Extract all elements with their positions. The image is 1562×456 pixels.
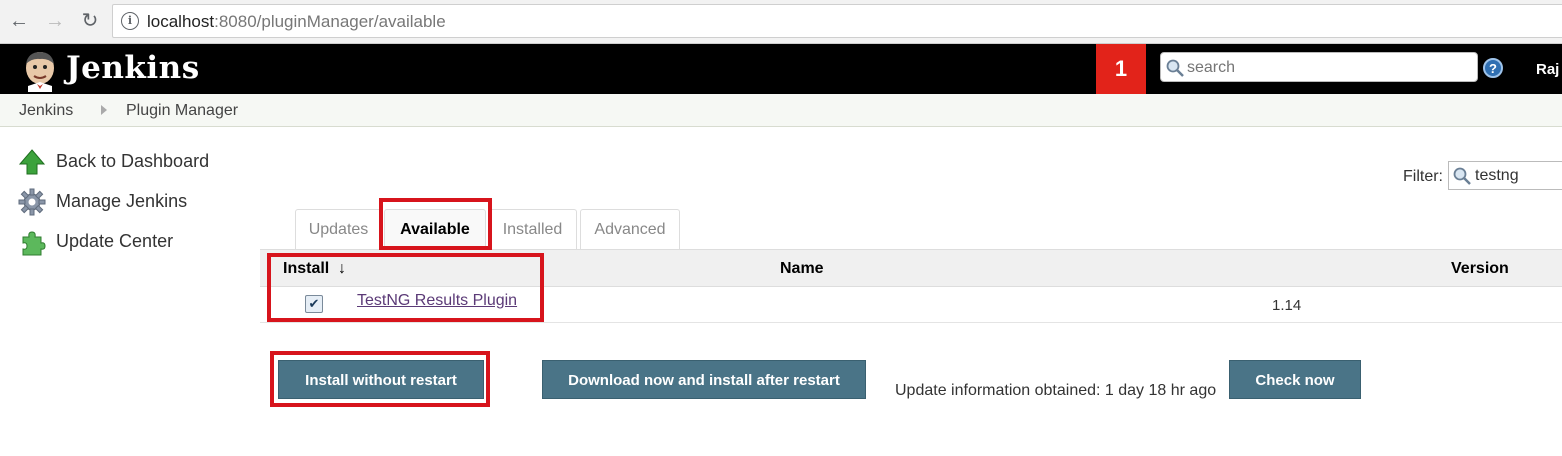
- download-install-after-restart-button[interactable]: Download now and install after restart: [542, 360, 866, 399]
- search-icon: [1453, 167, 1471, 185]
- plugin-version: 1.14: [1272, 297, 1302, 314]
- browser-toolbar: ← → ↻ i localhost:8080/pluginManager/ava…: [0, 0, 1562, 44]
- plugin-name-link[interactable]: TestNG Results Plugin: [357, 292, 517, 310]
- help-icon[interactable]: ?: [1483, 58, 1503, 78]
- column-header-version[interactable]: Version: [1451, 260, 1509, 278]
- url-text: localhost:8080/pluginManager/available: [147, 12, 446, 32]
- breadcrumb-item-jenkins[interactable]: Jenkins: [19, 102, 73, 120]
- gear-icon: [18, 188, 46, 216]
- update-info-text: Update information obtained: 1 day 18 hr…: [895, 382, 1217, 399]
- back-arrow-icon[interactable]: ←: [6, 8, 32, 34]
- tab-available[interactable]: Available: [384, 209, 486, 249]
- url-path: :8080/pluginManager/available: [214, 12, 446, 31]
- reload-icon[interactable]: ↻: [77, 8, 103, 34]
- breadcrumb-item-plugin-manager[interactable]: Plugin Manager: [126, 102, 238, 120]
- url-host: localhost: [147, 12, 215, 31]
- address-bar[interactable]: i localhost:8080/pluginManager/available: [112, 4, 1562, 38]
- search-input[interactable]: [1187, 58, 1467, 78]
- user-name[interactable]: Raj: [1536, 61, 1559, 78]
- filter-input[interactable]: [1475, 167, 1562, 185]
- filter-label: Filter:: [1403, 168, 1443, 185]
- column-header-install[interactable]: Install: [283, 260, 329, 278]
- sidebar-item-label: Back to Dashboard: [56, 151, 210, 171]
- search-box[interactable]: [1160, 52, 1478, 82]
- check-now-button[interactable]: Check now: [1229, 360, 1361, 399]
- search-icon: [1166, 59, 1184, 77]
- tab-updates[interactable]: Updates: [295, 209, 382, 249]
- tab-advanced[interactable]: Advanced: [580, 209, 680, 249]
- breadcrumb-separator-icon: [101, 105, 107, 115]
- sidebar-item-label: Update Center: [56, 231, 174, 251]
- plugin-table-header: Install ↓ Name Version: [260, 249, 1562, 287]
- filter-box[interactable]: [1448, 161, 1562, 190]
- sidebar-item-label: Manage Jenkins: [56, 191, 188, 211]
- puzzle-icon: [22, 231, 46, 256]
- sort-arrow-icon: ↓: [338, 260, 346, 277]
- install-without-restart-button[interactable]: Install without restart: [278, 360, 484, 399]
- jenkins-header: Jenkins 1 ? Raj: [0, 44, 1562, 94]
- column-header-name[interactable]: Name: [780, 260, 824, 278]
- install-checkbox[interactable]: ✔: [305, 295, 323, 313]
- info-icon[interactable]: i: [121, 12, 139, 30]
- forward-arrow-icon[interactable]: →: [42, 8, 68, 34]
- jenkins-brand[interactable]: Jenkins: [66, 50, 200, 86]
- tab-installed[interactable]: Installed: [488, 209, 577, 249]
- notification-badge[interactable]: 1: [1096, 44, 1146, 94]
- breadcrumb: Jenkins Plugin Manager: [0, 94, 1562, 127]
- up-arrow-icon: [18, 149, 46, 175]
- table-row: ✔ TestNG Results Plugin 1.14: [260, 287, 1562, 323]
- jenkins-butler-icon[interactable]: [18, 48, 62, 92]
